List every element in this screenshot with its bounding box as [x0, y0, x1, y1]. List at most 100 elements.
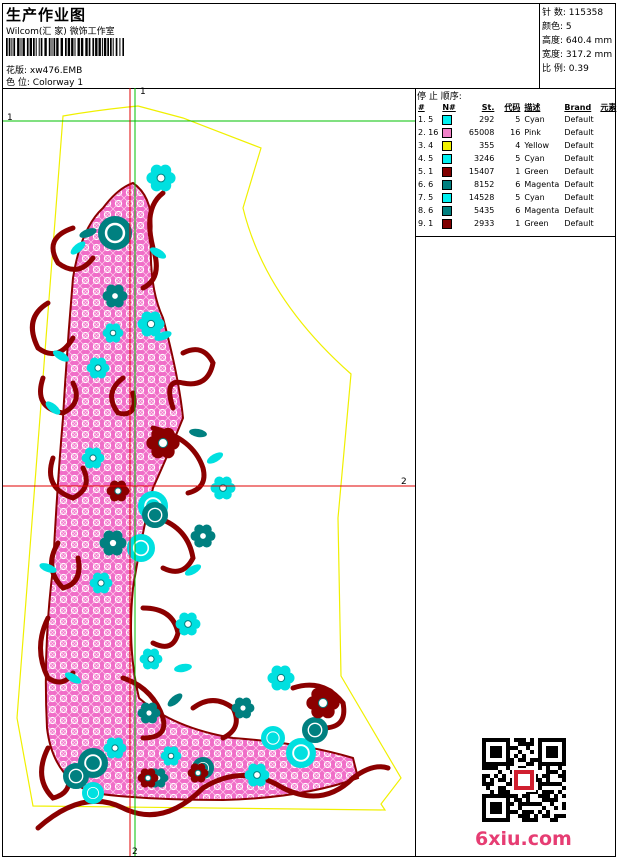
row-element: [598, 126, 618, 139]
row-swatch: [440, 217, 464, 230]
row-description: Magenta: [524, 206, 560, 215]
row-stitches: 5435: [474, 206, 495, 215]
embroidered-flower-icon: [146, 164, 176, 192]
row-code: 5: [515, 115, 521, 124]
col-element: 元素: [600, 102, 617, 112]
row-stitches: 15407: [468, 167, 495, 176]
sequence-row: 8. 6 5435 6 Magenta Default: [416, 204, 618, 217]
row-element: [598, 113, 618, 126]
row-code: 6: [515, 180, 521, 189]
sequence-row: 4. 5 3246 5 Cyan Default: [416, 152, 618, 165]
scroll-vine: [155, 515, 196, 574]
color-swatch-icon: [442, 179, 453, 190]
stats-divider: [539, 3, 540, 89]
row-swatch: [440, 126, 464, 139]
stat-width: 宽度: 317.2 mm: [542, 50, 613, 60]
colorway-value: Colorway 1: [32, 78, 84, 88]
row-code: 1: [515, 219, 521, 228]
scroll-vine: [140, 605, 181, 649]
embroidered-rose-icon: [82, 782, 104, 804]
stats-panel: 针 数: 115358 颜色: 5 高度: 640.4 mm 宽度: 317.2…: [542, 6, 612, 76]
row-index: 1. 5: [418, 115, 434, 124]
sequence-row: 6. 6 8152 6 Magenta Default: [416, 178, 618, 191]
guide-label-h1: 1: [7, 113, 13, 123]
leaf-icon: [206, 452, 224, 464]
row-code: 1: [515, 167, 521, 176]
row-description: Cyan: [524, 193, 545, 202]
embroidered-flower-icon: [210, 476, 236, 500]
row-element: [598, 178, 618, 191]
barcode-image: [6, 38, 124, 56]
embroidered-flower-icon: [190, 524, 216, 548]
embroidered-rose-icon: [142, 502, 168, 528]
row-description: Pink: [524, 128, 541, 137]
row-element: [598, 152, 618, 165]
row-code: 16: [510, 128, 521, 137]
colorway-row: 色 位: Colorway 1: [6, 75, 83, 88]
guide-label-v2: 2: [132, 847, 138, 857]
company-name: Wilcom(汇 家) 微饰工作室: [6, 27, 115, 37]
col-brand: Brand: [564, 102, 592, 112]
row-brand: Default: [564, 115, 594, 124]
embroidered-flower-icon: [139, 648, 163, 670]
row-stitches: 355: [479, 141, 495, 150]
row-index: 7. 5: [418, 193, 434, 202]
row-brand: Default: [564, 219, 594, 228]
row-element: [598, 217, 618, 230]
row-index: 9. 1: [418, 219, 434, 228]
color-swatch-icon: [442, 166, 453, 177]
row-brand: Default: [564, 167, 594, 176]
col-code: 代码: [504, 102, 521, 112]
row-brand: Default: [564, 180, 594, 189]
row-element: [598, 204, 618, 217]
sequence-row: 7. 5 14528 5 Cyan Default: [416, 191, 618, 204]
row-code: 5: [515, 154, 521, 163]
embroidered-rose-icon: [63, 763, 89, 789]
row-element: [598, 139, 618, 152]
guide-label-h2: 2: [401, 477, 407, 487]
sheet-title: 生产作业图: [6, 6, 87, 24]
row-stitches: 14528: [468, 193, 495, 202]
sequence-row: 5. 1 15407 1 Green Default: [416, 165, 618, 178]
embroidered-rose-icon: [98, 216, 132, 250]
embroidered-rose-icon: [261, 726, 285, 750]
row-stitches: 8152: [474, 180, 495, 189]
stat-colors: 颜色: 5: [542, 22, 572, 32]
row-brand: Default: [564, 128, 594, 137]
col-index: #: [418, 102, 425, 112]
row-description: Cyan: [524, 154, 545, 163]
table-bottom-rule: [415, 236, 616, 237]
row-swatch: [440, 165, 464, 178]
row-swatch: [440, 191, 464, 204]
col-stitches: St.: [481, 102, 495, 112]
color-swatch-icon: [442, 153, 453, 164]
row-stitches: 2933: [474, 219, 495, 228]
row-swatch: [440, 139, 464, 152]
embroidered-rose-icon: [286, 738, 316, 768]
row-description: Green: [524, 167, 549, 176]
row-brand: Default: [564, 206, 594, 215]
row-code: 5: [515, 193, 521, 202]
row-stitches: 292: [479, 115, 495, 124]
leaf-icon: [174, 663, 192, 673]
row-description: Green: [524, 219, 549, 228]
row-index: 2. 16: [418, 128, 439, 137]
embroidered-flower-icon: [267, 665, 295, 691]
scroll-vine: [29, 300, 76, 357]
color-swatch-icon: [442, 205, 453, 216]
leaf-icon: [167, 693, 183, 707]
sequence-row: 9. 1 2933 1 Green Default: [416, 217, 618, 230]
row-index: 5. 1: [418, 167, 434, 176]
row-index: 6. 6: [418, 180, 434, 189]
row-swatch: [440, 113, 464, 126]
color-swatch-icon: [442, 192, 453, 203]
row-description: Cyan: [524, 115, 545, 124]
sequence-row: 3. 4 355 4 Yellow Default: [416, 139, 618, 152]
embroidered-rose-icon: [127, 534, 155, 562]
watermark-logo: 6xiu.com: [475, 828, 572, 850]
sequence-row: 2. 16 65008 16 Pink Default: [416, 126, 618, 139]
col-needle: N#: [442, 102, 456, 112]
embroidery-design-area: 1 1 2 2: [3, 87, 415, 857]
row-stitches: 3246: [474, 154, 495, 163]
color-swatch-icon: [442, 127, 453, 138]
